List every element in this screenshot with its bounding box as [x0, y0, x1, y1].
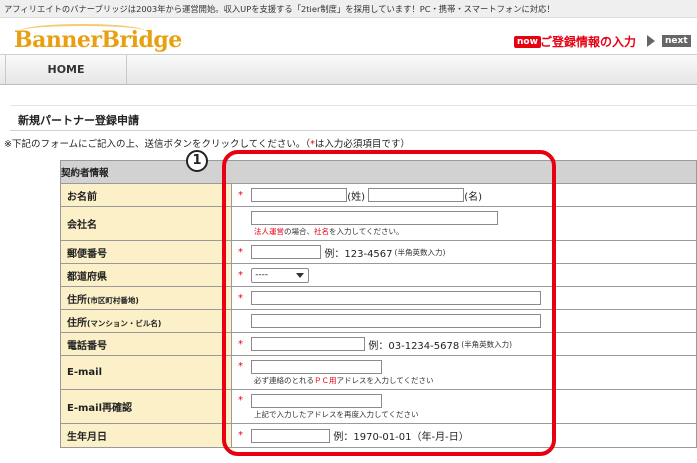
chevron-down-icon [296, 272, 305, 278]
notice-text-post: は入力必須項目です） [314, 139, 410, 150]
sei-label: (姓) [347, 191, 365, 203]
prefecture-selected: ---- [255, 269, 269, 280]
notice-text-pre: ※下記のフォームにご記入の上、送信ボタンをクリックしてください。（ [4, 139, 311, 150]
zip-example: 例：123-4567 [324, 248, 393, 260]
nav-home-tab[interactable]: HOME [5, 55, 127, 84]
email-confirm-note: 上記で入力したアドレスを再度入力してください [254, 409, 419, 419]
email-confirm-input[interactable] [251, 393, 383, 408]
birth-input[interactable] [251, 428, 331, 443]
tagline-text: アフィリエイトのバナーブリッジは2003年から運営開始。収入UPを支援する「2t… [4, 4, 555, 14]
first-name-input[interactable] [368, 188, 465, 202]
now-step-badge: now [514, 36, 541, 48]
label-address1: 住所(市区町村番地) [60, 286, 232, 310]
tel-hint: (半角英数入力) [461, 340, 513, 349]
tel-input[interactable] [251, 337, 366, 351]
form-notice: ※下記のフォームにご記入の上、送信ボタンをクリックしてください。（*は入力必須項… [4, 136, 410, 150]
next-step-badge: next [662, 35, 691, 47]
row-tel: 電話番号 * 例：03-1234-5678 (半角英数入力) [60, 332, 697, 356]
value-zip: * 例：123-4567 (半角英数入力) [231, 240, 697, 264]
tel-example: 例：03-1234-5678 [368, 340, 460, 352]
label-name: お名前 [60, 183, 232, 207]
value-birth: * 例：1970-01-01（年-月-日） [231, 423, 697, 448]
row-pref: 都道府県 * ---- [60, 263, 697, 287]
label-company: 会社名 [60, 206, 232, 241]
label-zip: 郵便番号 [60, 240, 232, 264]
required-mark: * [238, 361, 243, 372]
required-mark: * [238, 269, 243, 281]
row-zip: 郵便番号 * 例：123-4567 (半角英数入力) [60, 240, 697, 264]
zip-hint: (半角英数入力) [394, 248, 446, 257]
label-tel: 電話番号 [60, 332, 232, 356]
last-name-input[interactable] [251, 188, 348, 202]
value-email-confirm: * 上記で入力したアドレスを再度入力してください [231, 389, 697, 424]
row-name: お名前 * (姓) (名) [60, 183, 697, 207]
zip-input[interactable] [251, 245, 322, 259]
email-note: 必ず連絡のとれるＰＣ用アドレスを入力してください [254, 375, 434, 385]
label-birth: 生年月日 [60, 423, 232, 448]
required-mark: * [238, 430, 243, 441]
label-email-confirm: E-mail再確認 [60, 389, 232, 424]
value-address2 [231, 309, 697, 333]
registration-form-table: 契約者情報 お名前 * (姓) (名) 会社名 法人運営の場合、社名を入力してく… [60, 160, 697, 448]
value-company: 法人運営の場合、社名を入力してください。 [231, 206, 697, 241]
step-number-badge: 1 [186, 150, 208, 172]
row-birth: 生年月日 * 例：1970-01-01（年-月-日） [60, 423, 697, 448]
arrow-right-icon [647, 35, 655, 47]
label-address2: 住所(マンション・ビル名) [60, 309, 232, 333]
row-email-confirm: E-mail再確認 * 上記で入力したアドレスを再度入力してください [60, 389, 697, 424]
value-address1: * [231, 286, 697, 310]
company-note: 法人運営の場合、社名を入力してください。 [254, 226, 404, 236]
current-step-text: ご登録情報の入力 [540, 35, 637, 49]
required-mark: * [238, 189, 243, 201]
top-tagline-bar: アフィリエイトのバナーブリッジは2003年から運営開始。収入UPを支援する「2t… [0, 0, 697, 18]
address2-input[interactable] [251, 314, 542, 328]
birth-example: 例：1970-01-01（年-月-日） [333, 432, 469, 443]
section-title: 契約者情報 [60, 160, 697, 184]
label-email: E-mail [60, 355, 232, 390]
section-header-row: 契約者情報 [60, 160, 697, 184]
value-name: * (姓) (名) [231, 183, 697, 207]
row-company: 会社名 法人運営の場合、社名を入力してください。 [60, 206, 697, 241]
row-address2: 住所(マンション・ビル名) [60, 309, 697, 333]
prefecture-select[interactable]: ---- [251, 267, 310, 283]
value-tel: * 例：03-1234-5678 (半角英数入力) [231, 332, 697, 356]
required-mark: * [238, 338, 243, 350]
required-mark: * [238, 246, 243, 258]
required-mark: * [238, 292, 243, 304]
row-email: E-mail * 必ず連絡のとれるＰＣ用アドレスを入力してください [60, 355, 697, 390]
email-input[interactable] [251, 359, 383, 374]
row-address1: 住所(市区町村番地) * [60, 286, 697, 310]
value-email: * 必ず連絡のとれるＰＣ用アドレスを入力してください [231, 355, 697, 390]
label-pref: 都道府県 [60, 263, 232, 287]
value-pref: * ---- [231, 263, 697, 287]
company-input[interactable] [251, 210, 499, 225]
site-logo[interactable]: BannerBridge [14, 27, 182, 53]
required-mark: * [238, 395, 243, 406]
page-title: 新規パートナー登録申請 [10, 111, 697, 131]
address1-input[interactable] [251, 291, 542, 305]
main-nav: HOME [0, 54, 697, 85]
mei-label: (名) [464, 191, 482, 203]
